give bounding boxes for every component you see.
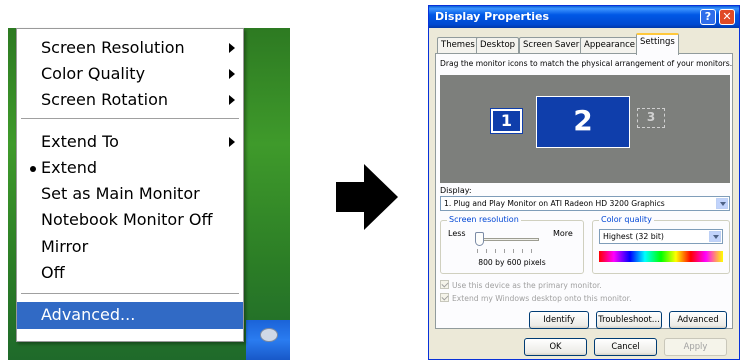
- checkbox-label: Use this device as the primary monitor.: [452, 281, 602, 290]
- chevron-down-icon[interactable]: [716, 198, 728, 209]
- menu-item-color-quality[interactable]: Color Quality: [17, 61, 243, 87]
- instruction-text: Drag the monitor icons to match the phys…: [440, 59, 733, 68]
- identify-button[interactable]: Identify: [529, 311, 589, 329]
- tab-appearance[interactable]: Appearance: [580, 37, 640, 54]
- slider-more-label: More: [553, 229, 573, 238]
- tab-desktop[interactable]: Desktop: [476, 37, 520, 54]
- menu-item-label: Color Quality: [41, 64, 146, 83]
- menu-item-label: Advanced...: [41, 305, 136, 324]
- slider-ticks: [477, 249, 537, 253]
- help-button[interactable]: ?: [700, 9, 716, 25]
- menu-item-extend-to[interactable]: Extend To: [17, 129, 243, 155]
- settings-panel: Drag the monitor icons to match the phys…: [435, 53, 733, 329]
- display-dropdown[interactable]: 1. Plug and Play Monitor on ATI Radeon H…: [440, 196, 730, 211]
- troubleshoot-button[interactable]: Troubleshoot...: [596, 311, 662, 329]
- radio-bullet-icon: [30, 166, 36, 172]
- menu-item-off[interactable]: Off: [17, 260, 243, 286]
- checkbox-label: Extend my Windows desktop onto this moni…: [452, 294, 632, 303]
- context-menu: Screen Resolution Color Quality Screen R…: [16, 28, 244, 342]
- submenu-arrow-icon: [229, 95, 235, 105]
- menu-item-label: Mirror: [41, 237, 89, 256]
- dialog-title: Display Properties: [435, 10, 550, 23]
- cancel-button[interactable]: Cancel: [594, 338, 657, 356]
- resolution-value: 800 by 600 pixels: [478, 258, 546, 267]
- menu-item-label: Screen Resolution: [41, 38, 185, 57]
- monitor-3-icon[interactable]: 3: [637, 108, 665, 128]
- menu-item-mirror[interactable]: Mirror: [17, 234, 243, 260]
- menu-item-label: Extend To: [41, 132, 119, 151]
- color-quality-value: Highest (32 bit): [603, 232, 664, 241]
- checkbox-icon: [440, 280, 449, 289]
- display-label: Display:: [440, 186, 472, 195]
- menu-item-screen-resolution[interactable]: Screen Resolution: [17, 35, 243, 61]
- menu-item-label: Off: [41, 263, 65, 282]
- display-properties-dialog: Display Properties ? ✕ Themes Desktop Sc…: [428, 5, 740, 360]
- monitor-1-icon[interactable]: 1: [490, 108, 523, 134]
- close-button[interactable]: ✕: [719, 9, 735, 25]
- menu-item-extend[interactable]: Extend: [17, 155, 243, 181]
- title-bar[interactable]: Display Properties ? ✕: [429, 6, 739, 28]
- color-quality-legend: Color quality: [599, 215, 654, 224]
- chevron-down-icon[interactable]: [709, 231, 721, 242]
- apply-button[interactable]: Apply: [664, 338, 727, 356]
- advanced-button[interactable]: Advanced: [669, 311, 727, 329]
- tab-themes[interactable]: Themes: [437, 37, 479, 54]
- color-spectrum-bar: [599, 251, 723, 262]
- monitor-2-icon[interactable]: 2: [536, 96, 630, 148]
- menu-item-notebook-monitor-off[interactable]: Notebook Monitor Off: [17, 207, 243, 233]
- menu-item-label: Screen Rotation: [41, 90, 169, 109]
- color-quality-group: Color quality Highest (32 bit): [592, 215, 730, 274]
- color-quality-dropdown[interactable]: Highest (32 bit): [599, 229, 723, 244]
- right-arrow-icon: [336, 164, 398, 230]
- primary-monitor-checkbox[interactable]: Use this device as the primary monitor.: [440, 280, 602, 290]
- ok-button[interactable]: OK: [524, 338, 587, 356]
- submenu-arrow-icon: [229, 69, 235, 79]
- resolution-slider-track[interactable]: [475, 238, 539, 241]
- menu-item-set-as-main-monitor[interactable]: Set as Main Monitor: [17, 181, 243, 207]
- submenu-arrow-icon: [229, 43, 235, 53]
- menu-separator: [21, 118, 239, 119]
- submenu-arrow-icon: [229, 137, 235, 147]
- extend-desktop-checkbox[interactable]: Extend my Windows desktop onto this moni…: [440, 293, 632, 303]
- menu-item-label: Extend: [41, 158, 97, 177]
- menu-item-screen-rotation[interactable]: Screen Rotation: [17, 87, 243, 113]
- monitor-arrangement-area: 1 2 3: [440, 75, 730, 183]
- screen-resolution-group: Screen resolution Less More 800 by 600 p…: [440, 215, 584, 274]
- resolution-slider-thumb[interactable]: [475, 232, 484, 246]
- system-tray-icon[interactable]: [260, 328, 278, 342]
- menu-item-advanced[interactable]: Advanced...: [17, 302, 243, 329]
- menu-item-label: Set as Main Monitor: [41, 184, 200, 203]
- checkbox-icon: [440, 293, 449, 302]
- tab-screen-saver[interactable]: Screen Saver: [519, 37, 584, 54]
- screen-resolution-legend: Screen resolution: [447, 215, 521, 224]
- menu-separator: [21, 293, 239, 294]
- display-dropdown-value: 1. Plug and Play Monitor on ATI Radeon H…: [444, 199, 665, 208]
- slider-less-label: Less: [448, 229, 466, 238]
- menu-item-label: Notebook Monitor Off: [41, 210, 213, 229]
- tab-settings[interactable]: Settings: [636, 33, 679, 55]
